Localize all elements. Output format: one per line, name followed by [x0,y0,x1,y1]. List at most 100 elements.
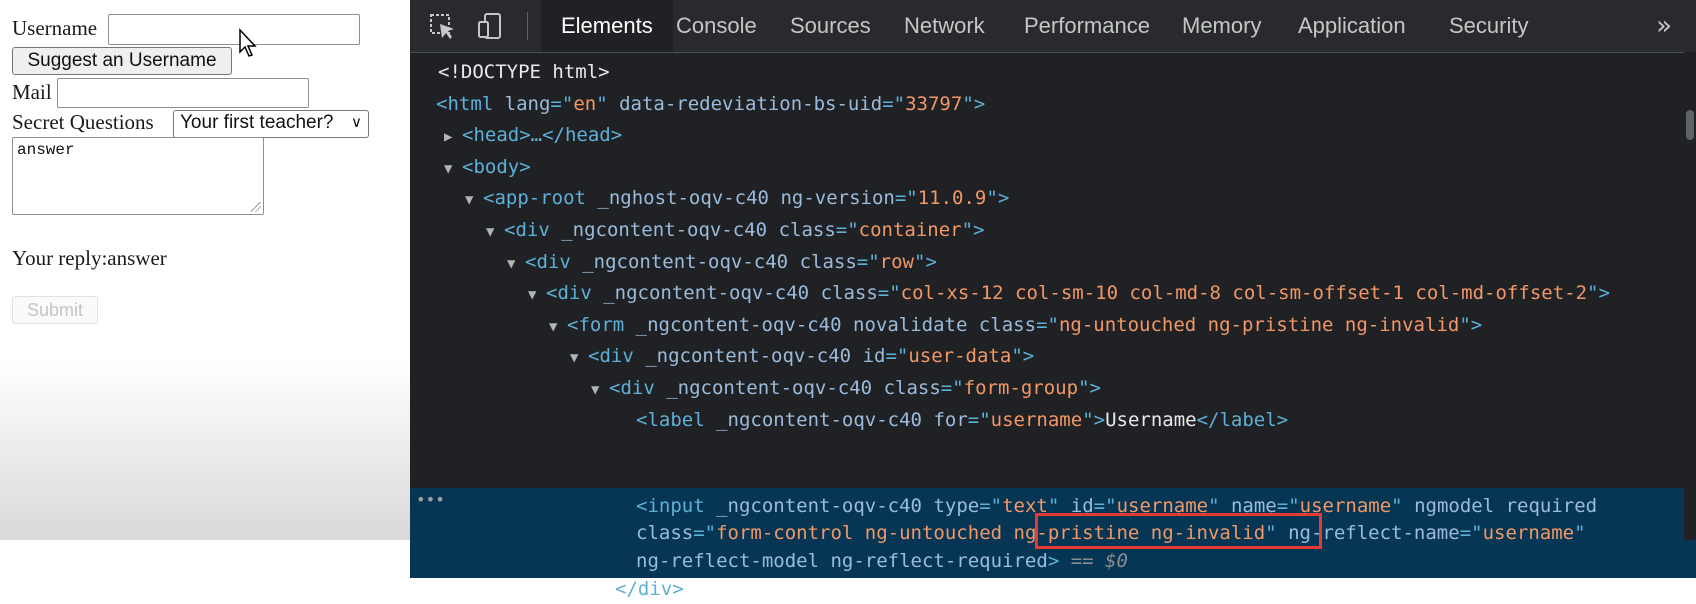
dom-attr-name: _ngcontent-oqv-c40 [666,377,873,399]
submit-button[interactable]: Submit [12,296,98,324]
collapse-triangle-icon[interactable]: ▼ [444,154,462,184]
dom-attr-name: required [1505,495,1598,517]
dom-attr-name: _ngcontent-oqv-c40 [635,313,842,336]
dom-attr-value: row [879,250,914,273]
selected-node-line[interactable]: ng-reflect-model ng-reflect-required> ==… [636,546,1128,576]
dom-attr-name: id [862,345,886,368]
dom-attr-value: 33797 [905,92,963,115]
dom-doctype: <!DOCTYPE html> [438,61,610,83]
tab-console[interactable]: Console [656,0,777,52]
dom-tag: </label> [1196,408,1289,431]
dom-punct: =" [979,495,1003,517]
dom-attr-name: _nghost-oqv-c40 [597,187,769,210]
dom-attr-name: novalidate [853,313,968,336]
dom-attr-name: _ngcontent-oqv-c40 [603,282,810,305]
dom-punct: =" [835,219,859,241]
tab-network[interactable]: Network [884,0,1005,52]
dom-tree-line[interactable]: </div> [615,574,684,604]
dom-tag: <div [546,282,592,305]
dom-tree-line[interactable]: ▶ <head>…</head> [444,120,622,150]
expand-triangle-icon[interactable]: ▶ [444,122,462,152]
device-toolbar-icon[interactable] [476,12,504,40]
tab-memory[interactable]: Memory [1162,0,1281,52]
dom-attr-value: en [573,92,597,115]
web-page-viewport: Username Suggest an Username Mail Secret… [0,0,410,540]
tab-performance[interactable]: Performance [1004,0,1170,52]
node-actions-icon[interactable]: ••• [416,490,445,509]
dom-tree-line[interactable]: ▼ <div _ngcontent-oqv-c40 class="containe… [486,215,985,245]
answer-textarea[interactable]: answer [12,137,264,215]
username-input[interactable] [108,14,360,45]
dom-attr-value: col-xs-12 col-sm-10 col-md-8 col-sm-offs… [900,282,1588,305]
secret-question-select[interactable]: Your first teacher? ∨ [173,110,369,138]
mail-input[interactable] [57,78,309,108]
collapse-triangle-icon[interactable]: ▼ [486,217,504,247]
dom-tag: <body [462,155,520,178]
dom-tag: <div [588,345,634,368]
dom-tree-line[interactable]: ▼ <body> [444,152,531,182]
suggest-username-button[interactable]: Suggest an Username [12,47,232,75]
dom-tree-line[interactable]: ▼ <div _ngcontent-oqv-c40 class="row"> [507,247,937,277]
scrollbar[interactable] [1684,52,1696,540]
dom-attr-name: _ngcontent-oqv-c40 [716,495,922,517]
dom-punct: =" [856,250,880,273]
answer-text: answer [17,141,75,159]
collapse-triangle-icon[interactable]: ▼ [507,249,525,279]
dom-attr-value: user-data [908,345,1012,368]
tab-elements[interactable]: Elements [541,0,673,52]
dom-text-node: Username [1105,408,1197,431]
inspect-element-icon[interactable] [428,12,456,40]
dom-attr-name: ng-version [780,187,895,210]
dom-tag: <html [436,92,494,115]
dom-attr-name: lang [504,92,551,115]
collapse-triangle-icon[interactable]: ▼ [549,312,567,342]
collapse-triangle-icon[interactable]: ▼ [465,185,483,215]
dom-punct: " [962,92,974,115]
dom-attr-name: class [883,377,941,399]
collapse-triangle-icon[interactable]: ▼ [570,343,588,373]
dom-tree-line[interactable]: <label _ngcontent-oqv-c40 for="username"… [636,405,1288,435]
collapse-triangle-icon[interactable]: ▼ [591,375,609,405]
collapse-triangle-icon[interactable]: ▼ [528,280,546,310]
dom-attr-name: data-redeviation-bs-uid [619,92,883,115]
tab-sources[interactable]: Sources [770,0,891,52]
dom-tree-line[interactable]: ▼ <div _ngcontent-oqv-c40 class="col-xs-1… [528,278,1610,308]
tab-application[interactable]: Application [1278,0,1426,52]
selection-marker: == $0 [1070,550,1128,572]
tab-security[interactable]: Security [1429,0,1548,52]
resize-grip-icon[interactable] [251,202,261,212]
dom-tag: <div [609,377,655,399]
devtools-panel: Elements Console Sources Network Perform… [410,0,1696,600]
dom-attr-name: _ngcontent-oqv-c40 [582,250,789,273]
dom-attr-name: class [820,282,878,305]
dom-tree-line[interactable]: ▼ <div _ngcontent-oqv-c40 id="user-data"> [570,341,1034,371]
dom-tag: > [925,250,937,273]
toolbar-divider [527,12,528,40]
dom-punct: " [1011,345,1023,368]
dom-tree-line[interactable]: ▼ <form _ngcontent-oqv-c40 novalidate cla… [549,310,1482,340]
dom-attr-name: type [933,495,980,517]
dom-tag: > [1093,408,1106,431]
scrollbar-thumb[interactable] [1686,110,1694,140]
dom-tree-line[interactable]: <!DOCTYPE html> [438,57,610,87]
dom-punct: " [1391,495,1403,517]
dom-tag: <label [636,408,705,431]
dom-tag: <div [525,250,571,273]
dom-collapsed-node: <head>…</head> [462,124,623,147]
dom-attr-value: container [858,219,962,241]
dom-tree-line[interactable]: ▼ <app-root _nghost-oqv-c40 ng-version="1… [465,183,1009,213]
dom-tag: > [1047,550,1071,572]
more-tabs-icon[interactable]: » [1656,0,1672,52]
dom-punct: " [1078,377,1090,399]
dom-tag: > [997,187,1010,210]
devtools-toolbar: Elements Console Sources Network Perform… [410,0,1696,53]
dom-attr-value: 11.0.9 [917,187,987,210]
dom-tree-line[interactable]: <html lang="en" data-redeviation-bs-uid=… [436,89,985,119]
dom-punct: " [1587,282,1599,305]
page-shadow [0,360,410,540]
dom-punct: " [1574,522,1586,544]
dom-tree-line[interactable]: ▼ <div _ngcontent-oqv-c40 class="form-gro… [591,373,1101,403]
username-label: Username [12,16,98,40]
dom-tree: ••• <!DOCTYPE html> <html lang =" en " data-… [410,52,1696,600]
dom-attr-name: _ngcontent-oqv-c40 [645,345,852,368]
